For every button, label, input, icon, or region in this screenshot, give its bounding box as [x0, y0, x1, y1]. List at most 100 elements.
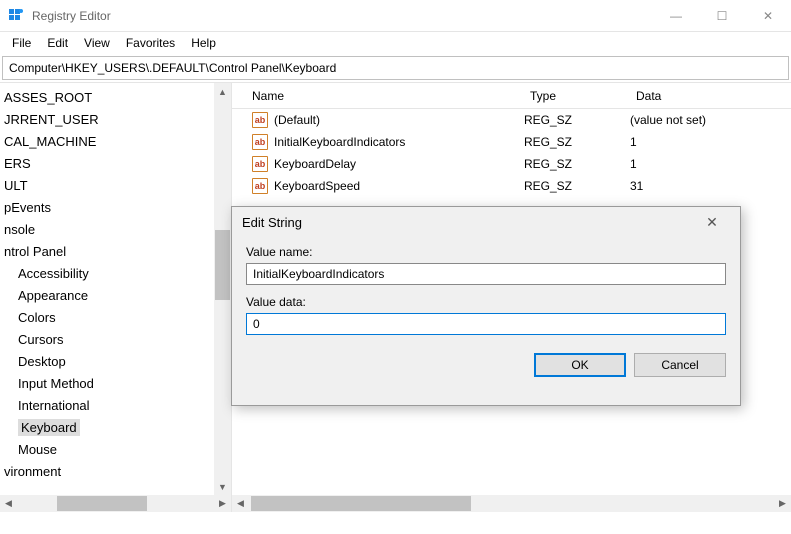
- app-icon: [8, 8, 24, 24]
- value-name: (Default): [274, 113, 320, 127]
- tree-item[interactable]: Input Method: [0, 373, 231, 395]
- value-data: 1: [630, 135, 791, 149]
- scroll-thumb[interactable]: [215, 230, 230, 300]
- tree-item[interactable]: Appearance: [0, 285, 231, 307]
- scroll-thumb[interactable]: [57, 496, 147, 511]
- list-rows[interactable]: ab(Default)REG_SZ(value not set)abInitia…: [232, 109, 791, 197]
- menu-favorites[interactable]: Favorites: [118, 34, 183, 52]
- tree-item[interactable]: ASSES_ROOT: [0, 87, 231, 109]
- value-type: REG_SZ: [524, 113, 630, 127]
- tree-item-label: nsole: [4, 222, 35, 237]
- window-title: Registry Editor: [32, 9, 653, 23]
- tree-item-label: JRRENT_USER: [4, 112, 99, 127]
- value-type: REG_SZ: [524, 157, 630, 171]
- window-controls: — ☐ ✕: [653, 0, 791, 31]
- list-row[interactable]: ab (Default) REG_SZ(value not set): [252, 109, 791, 131]
- tree-item[interactable]: Keyboard: [0, 417, 231, 439]
- scroll-down-icon[interactable]: ▼: [214, 478, 231, 495]
- value-name: InitialKeyboardIndicators: [274, 135, 405, 149]
- tree-item[interactable]: vironment: [0, 461, 231, 483]
- tree-item-label: Mouse: [18, 442, 57, 457]
- list-hscrollbar[interactable]: ◀ ▶: [232, 495, 791, 512]
- scroll-left-icon[interactable]: ◀: [0, 495, 17, 512]
- scroll-thumb[interactable]: [251, 496, 471, 511]
- column-header-type[interactable]: Type: [530, 89, 636, 103]
- value-name-field[interactable]: [246, 263, 726, 285]
- address-text: Computer\HKEY_USERS\.DEFAULT\Control Pan…: [9, 61, 336, 75]
- value-data: (value not set): [630, 113, 791, 127]
- string-value-icon: ab: [252, 178, 268, 194]
- tree-item[interactable]: International: [0, 395, 231, 417]
- tree-item-label: Appearance: [18, 288, 88, 303]
- tree-item[interactable]: pEvents: [0, 197, 231, 219]
- tree-pane: ASSES_ROOT JRRENT_USER CAL_MACHINE ERS ULT pE…: [0, 83, 232, 512]
- value-data: 31: [630, 179, 791, 193]
- menu-file[interactable]: File: [4, 34, 39, 52]
- value-type: REG_SZ: [524, 135, 630, 149]
- tree-item[interactable]: Colors: [0, 307, 231, 329]
- value-type: REG_SZ: [524, 179, 630, 193]
- tree-item-label: Colors: [18, 310, 56, 325]
- list-header: Name Type Data: [232, 83, 791, 109]
- tree-item-label: ERS: [4, 156, 31, 171]
- scroll-track[interactable]: [249, 495, 774, 512]
- tree-vscrollbar[interactable]: ▲ ▼: [214, 83, 231, 495]
- dialog-close-button[interactable]: ✕: [694, 214, 730, 231]
- tree-item-label: pEvents: [4, 200, 51, 215]
- scroll-right-icon[interactable]: ▶: [774, 495, 791, 512]
- tree-item[interactable]: Accessibility: [0, 263, 231, 285]
- titlebar: Registry Editor — ☐ ✕: [0, 0, 791, 32]
- tree-item[interactable]: nsole: [0, 219, 231, 241]
- scroll-right-icon[interactable]: ▶: [214, 495, 231, 512]
- tree-item[interactable]: CAL_MACHINE: [0, 131, 231, 153]
- menu-edit[interactable]: Edit: [39, 34, 76, 52]
- column-header-data[interactable]: Data: [636, 89, 791, 103]
- tree-item-label: ntrol Panel: [4, 244, 66, 259]
- tree-list[interactable]: ASSES_ROOT JRRENT_USER CAL_MACHINE ERS ULT pE…: [0, 83, 231, 487]
- cancel-button[interactable]: Cancel: [634, 353, 726, 377]
- address-bar[interactable]: Computer\HKEY_USERS\.DEFAULT\Control Pan…: [2, 56, 789, 80]
- tree-item-label: Input Method: [18, 376, 94, 391]
- ok-button[interactable]: OK: [534, 353, 626, 377]
- tree-item-label: vironment: [4, 464, 61, 479]
- value-data: 1: [630, 157, 791, 171]
- value-name: KeyboardDelay: [274, 157, 356, 171]
- tree-item[interactable]: Desktop: [0, 351, 231, 373]
- tree-item-label: ULT: [4, 178, 28, 193]
- tree-item[interactable]: Mouse: [0, 439, 231, 461]
- value-data-label: Value data:: [246, 295, 726, 309]
- tree-item[interactable]: JRRENT_USER: [0, 109, 231, 131]
- tree-item[interactable]: ntrol Panel: [0, 241, 231, 263]
- tree-item[interactable]: Cursors: [0, 329, 231, 351]
- tree-item[interactable]: ULT: [0, 175, 231, 197]
- tree-item-label: Accessibility: [18, 266, 89, 281]
- tree-hscrollbar[interactable]: ◀ ▶: [0, 495, 231, 512]
- value-name: KeyboardSpeed: [274, 179, 360, 193]
- menu-view[interactable]: View: [76, 34, 118, 52]
- scroll-track[interactable]: [17, 495, 214, 512]
- dialog-titlebar: Edit String ✕: [232, 207, 740, 237]
- list-row[interactable]: ab KeyboardSpeed REG_SZ31: [252, 175, 791, 197]
- minimize-button[interactable]: —: [653, 0, 699, 31]
- scroll-up-icon[interactable]: ▲: [214, 83, 231, 100]
- close-button[interactable]: ✕: [745, 0, 791, 31]
- menu-help[interactable]: Help: [183, 34, 224, 52]
- tree-item-label: Cursors: [18, 332, 64, 347]
- maximize-button[interactable]: ☐: [699, 0, 745, 31]
- list-row[interactable]: ab KeyboardDelay REG_SZ1: [252, 153, 791, 175]
- scroll-left-icon[interactable]: ◀: [232, 495, 249, 512]
- string-value-icon: ab: [252, 156, 268, 172]
- value-data-field[interactable]: [246, 313, 726, 335]
- column-header-name[interactable]: Name: [252, 89, 530, 103]
- tree-item-label: ASSES_ROOT: [4, 90, 92, 105]
- tree-item[interactable]: ERS: [0, 153, 231, 175]
- edit-string-dialog: Edit String ✕ Value name: Value data: OK…: [231, 206, 741, 406]
- value-name-label: Value name:: [246, 245, 726, 259]
- scroll-track[interactable]: [214, 100, 231, 478]
- tree-item-label: Keyboard: [18, 419, 80, 436]
- string-value-icon: ab: [252, 112, 268, 128]
- string-value-icon: ab: [252, 134, 268, 150]
- dialog-title: Edit String: [242, 215, 302, 230]
- list-row[interactable]: ab InitialKeyboardIndicators REG_SZ1: [252, 131, 791, 153]
- tree-item-label: CAL_MACHINE: [4, 134, 96, 149]
